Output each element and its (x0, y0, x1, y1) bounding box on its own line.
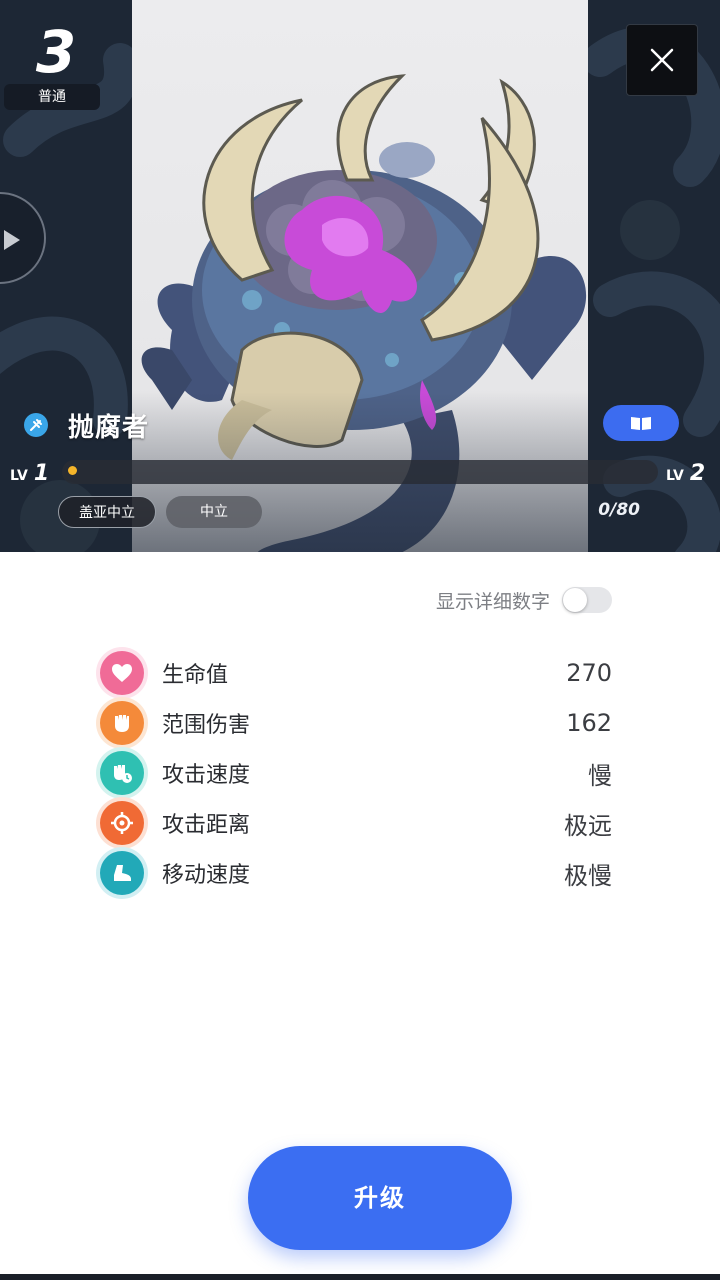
stat-label: 移动速度 (162, 863, 251, 888)
stat-label: 范围伤害 (162, 713, 251, 738)
toggle-knob (563, 588, 587, 612)
stat-value: 慢 (588, 761, 612, 790)
stat-label: 生命值 (162, 663, 229, 688)
stat-label: 攻击距离 (162, 813, 251, 838)
close-icon (650, 48, 674, 72)
detail-numbers-toggle[interactable] (562, 587, 612, 613)
current-level: LV 1 (10, 460, 49, 490)
card-rarity-label: 普通 (4, 84, 100, 110)
stat-value: 270 (566, 659, 612, 687)
lore-book-button[interactable] (603, 405, 679, 441)
experience-counter: 0/80 (598, 500, 640, 520)
stat-row-move-speed: 移动速度 极慢 (100, 848, 612, 898)
fist-clock-icon (100, 751, 144, 795)
level-progress-bar (62, 460, 658, 484)
faction-tag: 盖亚中立 (58, 496, 156, 528)
stat-label: 攻击速度 (162, 763, 251, 788)
close-button[interactable] (626, 24, 698, 96)
syringe-icon (24, 413, 48, 437)
alignment-tag: 中立 (166, 496, 262, 528)
stat-value: 极远 (564, 811, 612, 840)
stat-row-attack-range: 攻击距离 极远 (100, 798, 612, 848)
detail-numbers-label: 显示详细数字 (435, 590, 550, 613)
unit-name: 抛腐者 (68, 412, 150, 443)
card-cost-number: 3 (35, 18, 77, 86)
next-level-number: 2 (689, 461, 706, 486)
stat-row-area-damage: 范围伤害 162 (100, 698, 612, 748)
level-progress-fill (68, 466, 77, 475)
current-level-label: LV (10, 468, 28, 484)
book-icon (631, 417, 651, 430)
unit-hero-panel: 3 普通 抛腐者 LV 1 LV 2 盖亚中立 中立 0/80 (0, 0, 720, 552)
card-cost-badge: 3 普通 (0, 14, 108, 110)
stat-row-attack-speed: 攻击速度 慢 (100, 748, 612, 798)
unit-name-row: 抛腐者 (24, 406, 149, 444)
stat-row-health: 生命值 270 (100, 648, 612, 698)
stat-value: 162 (566, 709, 612, 737)
next-level: LV 2 (666, 460, 705, 490)
unit-tags: 盖亚中立 中立 (58, 496, 262, 528)
bottom-edge-bar (0, 1274, 720, 1280)
play-left-icon (4, 230, 20, 250)
stat-value: 极慢 (564, 861, 612, 890)
fist-icon (100, 701, 144, 745)
current-level-number: 1 (33, 461, 50, 486)
upgrade-button[interactable]: 升级 (248, 1146, 512, 1250)
boot-icon (100, 851, 144, 895)
heart-icon (100, 651, 144, 695)
target-icon (100, 801, 144, 845)
detail-numbers-toggle-row: 显示详细数字 (380, 584, 612, 616)
unit-stats-list: 生命值 270 范围伤害 162 攻击速度 慢 攻击距离 极远 移动速度 极慢 (100, 648, 612, 898)
next-level-label: LV (666, 468, 684, 484)
